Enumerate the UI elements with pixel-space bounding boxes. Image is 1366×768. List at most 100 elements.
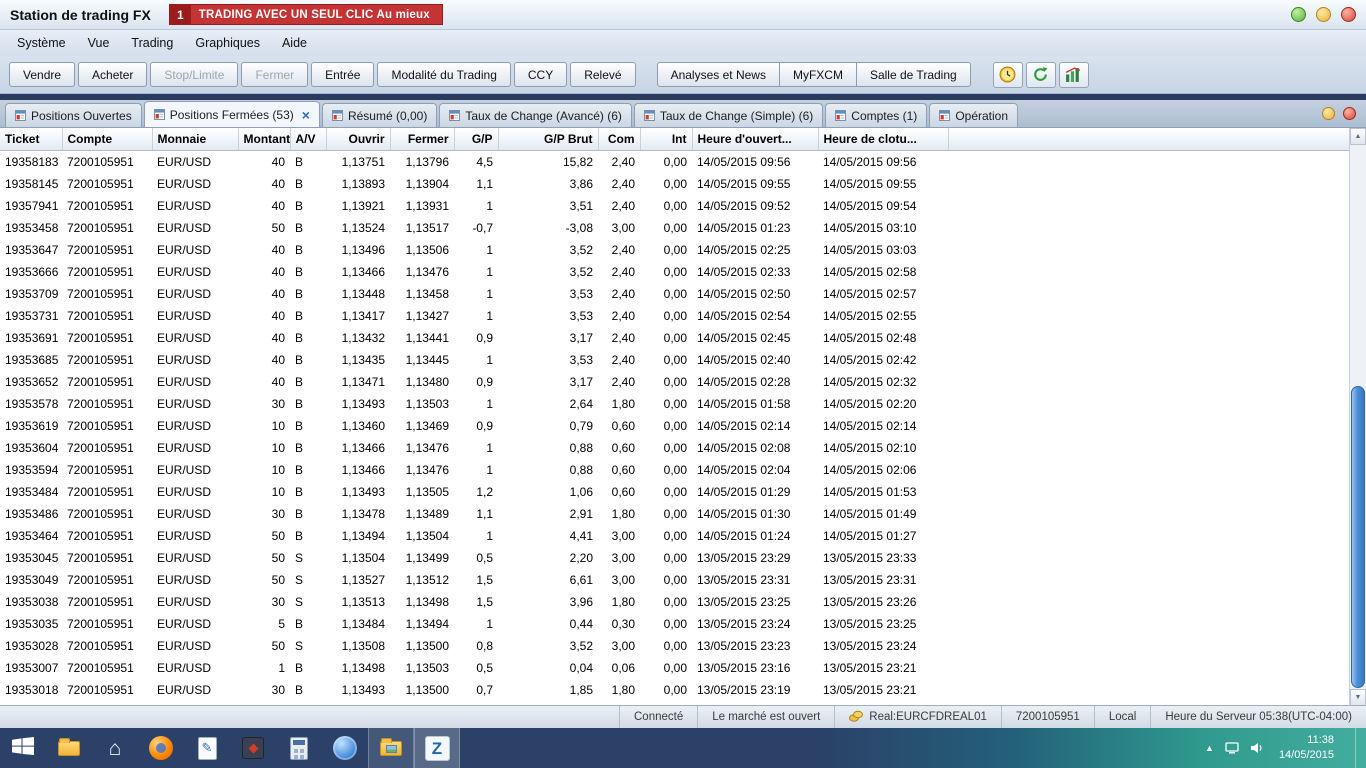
refresh-icon[interactable] xyxy=(1025,61,1056,88)
taskbar-home[interactable]: ⌂ xyxy=(92,728,138,768)
menu-item-vue[interactable]: Vue xyxy=(77,32,121,54)
salle-de-trading-button[interactable]: Salle de Trading xyxy=(855,62,971,87)
myfxcm-button[interactable]: MyFXCM xyxy=(778,62,857,87)
table-row[interactable]: 19353604 7200105951 EUR/USD 10 B 1,13466 1,134… xyxy=(0,437,1349,459)
col-header-gp-brut[interactable]: G/P Brut xyxy=(498,128,599,151)
tab-taux-de-change-avance-6[interactable]: Taux de Change (Avancé) (6) xyxy=(439,103,632,127)
table-row[interactable]: 19353049 7200105951 EUR/USD 50 S 1,13527 1,135… xyxy=(0,569,1349,591)
releve-button[interactable]: Relevé xyxy=(570,62,636,87)
table-row[interactable]: 19353594 7200105951 EUR/USD 10 B 1,13466 1,134… xyxy=(0,459,1349,481)
cell-av: B xyxy=(295,308,304,323)
cell-monnaie: EUR/USD xyxy=(157,616,212,631)
cell-montant: 40 xyxy=(271,352,285,367)
cell-heure-cloture: 14/05/2015 01:53 xyxy=(823,484,917,499)
table-row[interactable]: 19358183 7200105951 EUR/USD 40 B 1,13751 1,137… xyxy=(0,150,1349,173)
table-row[interactable]: 19353045 7200105951 EUR/USD 50 S 1,13504 1,134… xyxy=(0,547,1349,569)
table-row[interactable]: 19353578 7200105951 EUR/USD 30 B 1,13493 1,135… xyxy=(0,393,1349,415)
tab-taux-de-change-simple-6[interactable]: Taux de Change (Simple) (6) xyxy=(633,103,824,127)
cell-gp: 1 xyxy=(486,396,493,411)
account-server[interactable]: Real:EURCFDREAL01 xyxy=(834,706,1001,728)
taskbar-utility-app[interactable] xyxy=(230,728,276,768)
acheter-button[interactable]: Acheter xyxy=(78,62,148,87)
table-row[interactable]: 19353652 7200105951 EUR/USD 40 B 1,13471 1,134… xyxy=(0,371,1349,393)
menu-item-graphiques[interactable]: Graphiques xyxy=(184,32,271,54)
menu-item-aide[interactable]: Aide xyxy=(271,32,318,54)
modalite-du-trading-button[interactable]: Modalité du Trading xyxy=(377,62,511,87)
maximize-button[interactable] xyxy=(1316,7,1331,22)
table-row[interactable]: 19353007 7200105951 EUR/USD 1 B 1,13498 1,1350… xyxy=(0,657,1349,679)
ccy-button[interactable]: CCY xyxy=(513,62,568,87)
table-row[interactable]: 19357941 7200105951 EUR/USD 40 B 1,13921 1,139… xyxy=(0,195,1349,217)
minimize-panel-button[interactable] xyxy=(1322,107,1335,120)
tab-positions-fermees-53[interactable]: Positions Fermées (53) × xyxy=(143,101,320,127)
taskbar-notepad[interactable]: ✎ xyxy=(184,728,230,768)
analyses-et-news-button[interactable]: Analyses et News xyxy=(656,62,780,87)
vendre-button[interactable]: Vendre xyxy=(9,62,76,87)
table-row[interactable]: 19353619 7200105951 EUR/USD 10 B 1,13460 1,134… xyxy=(0,415,1349,437)
table-row[interactable]: 19353709 7200105951 EUR/USD 40 B 1,13448 1,134… xyxy=(0,283,1349,305)
chart-icon[interactable] xyxy=(1058,61,1089,88)
close-panel-button[interactable] xyxy=(1343,107,1356,120)
tab-operation[interactable]: Opération xyxy=(929,103,1019,127)
cell-int: 0,00 xyxy=(663,506,687,521)
table-row[interactable]: 19353464 7200105951 EUR/USD 50 B 1,13494 1,135… xyxy=(0,525,1349,547)
cell-filler xyxy=(948,459,1349,481)
col-header-compte[interactable]: Compte xyxy=(62,128,153,151)
cell-fermer: 1,13458 xyxy=(405,286,449,301)
table-row[interactable]: 19353484 7200105951 EUR/USD 10 B 1,13493 1,135… xyxy=(0,481,1349,503)
tab-resume-0-00[interactable]: Résumé (0,00) xyxy=(321,103,438,127)
time-mode[interactable]: Local xyxy=(1093,706,1151,728)
taskbar-calculator[interactable] xyxy=(276,728,322,768)
vertical-scrollbar[interactable]: ▲ ▼ xyxy=(1349,128,1366,706)
entree-button[interactable]: Entrée xyxy=(311,62,375,87)
hidden-icons-icon[interactable]: ▲ xyxy=(1205,743,1214,753)
taskbar-firefox[interactable] xyxy=(138,728,184,768)
one-click-trading-banner[interactable]: 1 TRADING AVEC UN SEUL CLIC Au mieux xyxy=(168,4,443,25)
table-row[interactable]: 19353666 7200105951 EUR/USD 40 B 1,13466 1,134… xyxy=(0,261,1349,283)
minimize-button[interactable] xyxy=(1291,7,1306,22)
menu-item-trading[interactable]: Trading xyxy=(120,32,184,54)
clock-icon[interactable] xyxy=(992,61,1023,88)
taskbar-trading-station[interactable]: Z xyxy=(414,728,460,768)
menu-item-systeme[interactable]: Système xyxy=(6,32,77,54)
scrollbar-thumb[interactable] xyxy=(1351,386,1365,688)
col-header-ticket[interactable]: Ticket xyxy=(0,128,63,151)
col-header-monnaie[interactable]: Monnaie xyxy=(152,128,239,151)
table-row[interactable]: 19353685 7200105951 EUR/USD 40 B 1,13435 1,134… xyxy=(0,349,1349,371)
col-header-heure-cloture[interactable]: Heure de clotu... xyxy=(818,128,949,151)
scroll-up-icon[interactable]: ▲ xyxy=(1350,128,1366,145)
col-header-heure-ouverture[interactable]: Heure d'ouvert... xyxy=(692,128,819,151)
taskbar-pictures-folder[interactable] xyxy=(368,728,414,768)
close-tab-icon[interactable]: × xyxy=(302,108,310,122)
display-icon[interactable] xyxy=(1225,742,1239,754)
table-row[interactable]: 19353486 7200105951 EUR/USD 30 B 1,13478 1,134… xyxy=(0,503,1349,525)
volume-icon[interactable] xyxy=(1250,742,1264,754)
col-header-montant[interactable]: Montant xyxy=(238,128,291,151)
table-row[interactable]: 19353731 7200105951 EUR/USD 40 B 1,13417 1,134… xyxy=(0,305,1349,327)
taskbar-file-explorer[interactable] xyxy=(46,728,92,768)
cell-heure-cloture: 14/05/2015 09:55 xyxy=(823,176,917,191)
table-row[interactable]: 19358145 7200105951 EUR/USD 40 B 1,13893 1,139… xyxy=(0,173,1349,195)
table-row[interactable]: 19353035 7200105951 EUR/USD 5 B 1,13484 1,1349… xyxy=(0,613,1349,635)
table-row[interactable]: 19353647 7200105951 EUR/USD 40 B 1,13496 1,135… xyxy=(0,239,1349,261)
table-row[interactable]: 19353038 7200105951 EUR/USD 30 S 1,13513 1,134… xyxy=(0,591,1349,613)
table-row[interactable]: 19353691 7200105951 EUR/USD 40 B 1,13432 1,134… xyxy=(0,327,1349,349)
table-row[interactable]: 19353018 7200105951 EUR/USD 30 B 1,13493 1,135… xyxy=(0,679,1349,701)
tab-positions-ouvertes[interactable]: Positions Ouvertes xyxy=(5,103,142,127)
taskbar-browser[interactable] xyxy=(322,728,368,768)
col-header-av[interactable]: A/V xyxy=(290,128,327,151)
col-header-com[interactable]: Com xyxy=(598,128,641,151)
taskbar-clock[interactable]: 11:38 14/05/2015 xyxy=(1279,733,1334,764)
col-header-gp[interactable]: G/P xyxy=(454,128,499,151)
col-header-ouvrir[interactable]: Ouvrir xyxy=(326,128,391,151)
col-header-int[interactable]: Int xyxy=(640,128,693,151)
col-header-fermer[interactable]: Fermer xyxy=(390,128,455,151)
show-desktop-button[interactable] xyxy=(1355,728,1362,768)
cell-ticket: 19353018 xyxy=(5,682,59,697)
table-row[interactable]: 19353028 7200105951 EUR/USD 50 S 1,13508 1,135… xyxy=(0,635,1349,657)
close-button[interactable] xyxy=(1341,7,1356,22)
start-button[interactable] xyxy=(0,728,46,768)
scroll-down-icon[interactable]: ▼ xyxy=(1350,689,1366,706)
tab-comptes-1[interactable]: Comptes (1) xyxy=(825,103,928,127)
table-row[interactable]: 19353458 7200105951 EUR/USD 50 B 1,13524 1,135… xyxy=(0,217,1349,239)
